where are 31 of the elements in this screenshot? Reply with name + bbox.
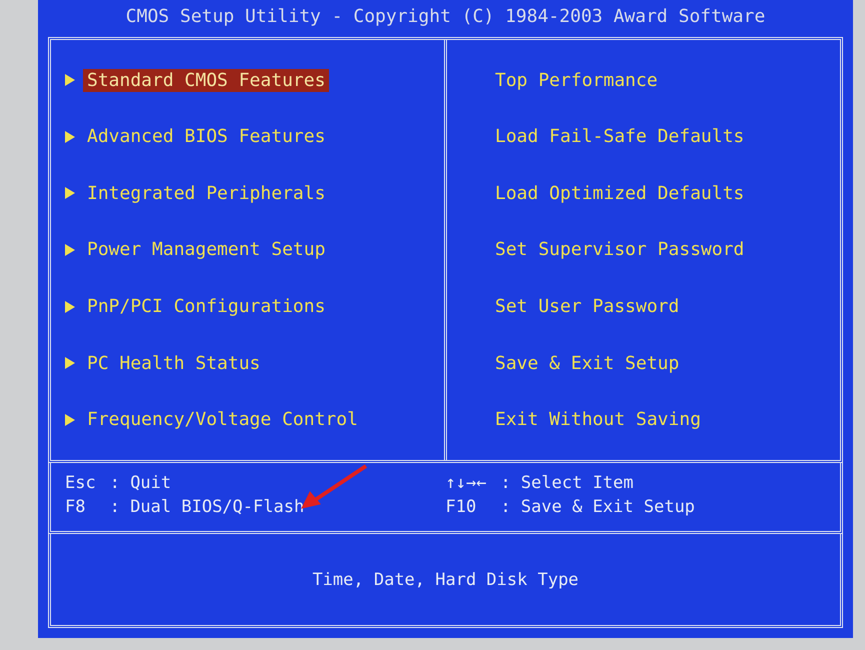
menu-item[interactable]: PnP/PCI Configurations xyxy=(83,295,330,318)
menu-item[interactable]: Frequency/Voltage Control xyxy=(83,408,362,432)
menu-item[interactable]: Load Fail-Safe Defaults xyxy=(491,125,748,148)
menu-item[interactable]: PC Health Status xyxy=(83,352,264,375)
key-action: : Save & Exit Setup xyxy=(500,497,695,517)
triangle-icon xyxy=(65,414,75,426)
key-name: ↑↓→← xyxy=(446,473,486,493)
key-action: : Dual BIOS/Q-Flash xyxy=(110,497,304,517)
key-action: : Select Item xyxy=(500,473,635,493)
triangle-icon xyxy=(65,74,75,86)
menu-item[interactable]: Set Supervisor Password xyxy=(491,238,748,262)
key-name: F10 xyxy=(446,497,478,517)
triangle-icon xyxy=(65,300,75,313)
triangle-icon xyxy=(65,130,75,143)
menu-item[interactable]: Integrated Peripherals xyxy=(83,182,330,205)
key-name: F8 xyxy=(65,497,86,517)
menu-item[interactable]: Top Performance xyxy=(491,68,662,92)
triangle-icon xyxy=(65,357,75,370)
triangle-icon xyxy=(65,244,75,256)
menu-item[interactable]: Save & Exit Setup xyxy=(491,352,684,375)
triangle-icon xyxy=(65,187,75,200)
key-name: Esc xyxy=(65,473,96,493)
menu-item[interactable]: Power Management Setup xyxy=(83,238,330,262)
status-text: Time, Date, Hard Disk Type xyxy=(312,570,579,590)
menu-item[interactable]: Set User Password xyxy=(491,295,684,318)
menu-item[interactable]: Exit Without Saving xyxy=(491,408,705,432)
menu-item[interactable]: Load Optimized Defaults xyxy=(491,182,748,205)
window-title: CMOS Setup Utility - Copyright (C) 1984-2003 Award Software xyxy=(124,5,766,29)
key-action: : Quit xyxy=(110,473,172,493)
menu-item[interactable]: Standard CMOS Features xyxy=(83,68,330,92)
menu-item[interactable]: Advanced BIOS Features xyxy=(83,125,330,148)
